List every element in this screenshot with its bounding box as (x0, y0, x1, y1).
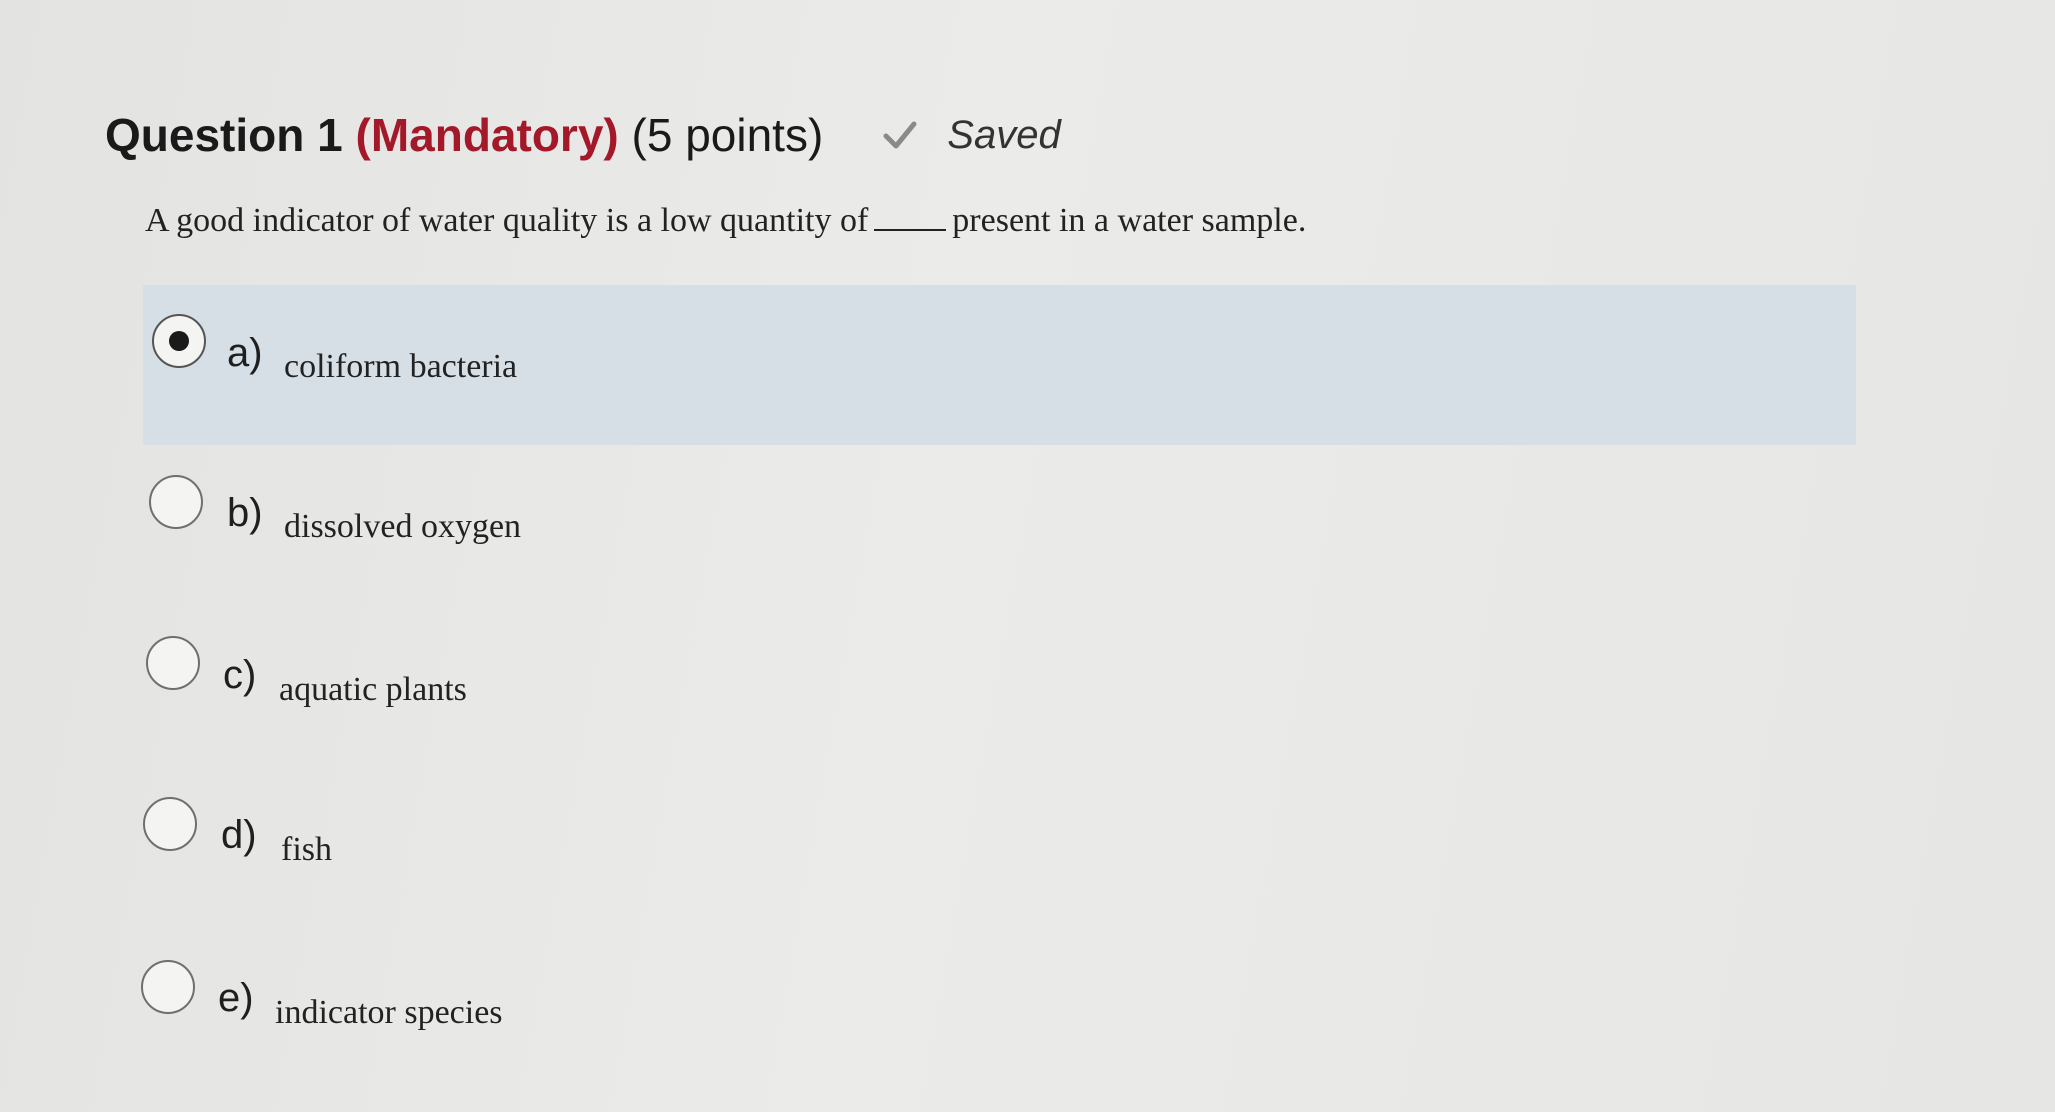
radio-button-c[interactable] (146, 636, 200, 690)
answer-option-c[interactable]: c) aquatic plants (143, 605, 1856, 765)
mandatory-label: (Mandatory) (355, 109, 619, 161)
saved-status: Saved (947, 112, 1061, 157)
answer-option-e[interactable]: e) indicator species (141, 929, 1856, 1089)
quiz-question: Question 1 (Mandatory) (5 points) Saved … (0, 0, 2055, 1112)
option-text-d[interactable]: fish (281, 831, 332, 869)
radio-button-a[interactable] (152, 314, 206, 368)
answer-option-d[interactable]: d) fish (143, 767, 1856, 927)
points-label: (5 points) (631, 109, 824, 161)
prompt-text-after: present in a water sample. (952, 202, 1307, 239)
option-text-a[interactable]: coliform bacteria (284, 348, 517, 386)
question-number: Question 1 (105, 109, 343, 161)
radio-button-b[interactable] (149, 475, 203, 529)
question-prompt: A good indicator of water quality is a l… (145, 202, 1306, 240)
prompt-text-before: A good indicator of water quality is a l… (145, 202, 869, 239)
answer-option-a[interactable]: a) coliform bacteria (143, 285, 1856, 445)
option-letter-e: e) (218, 976, 254, 1020)
option-letter-a: a) (227, 331, 263, 375)
check-icon (883, 121, 917, 149)
answer-option-b[interactable]: b) dissolved oxygen (143, 445, 1856, 605)
option-letter-d: d) (221, 813, 257, 857)
option-text-e[interactable]: indicator species (275, 994, 503, 1032)
option-text-b[interactable]: dissolved oxygen (284, 508, 521, 546)
option-text-c[interactable]: aquatic plants (279, 671, 467, 709)
prompt-blank (874, 203, 947, 231)
option-letter-c: c) (223, 653, 257, 697)
radio-button-e[interactable] (141, 960, 195, 1014)
radio-button-d[interactable] (143, 797, 197, 851)
option-letter-b: b) (227, 491, 263, 535)
radio-selected-dot (169, 331, 189, 351)
question-header: Question 1 (Mandatory) (5 points) Saved (105, 108, 1061, 162)
question-title: Question 1 (Mandatory) (5 points) (105, 108, 823, 162)
